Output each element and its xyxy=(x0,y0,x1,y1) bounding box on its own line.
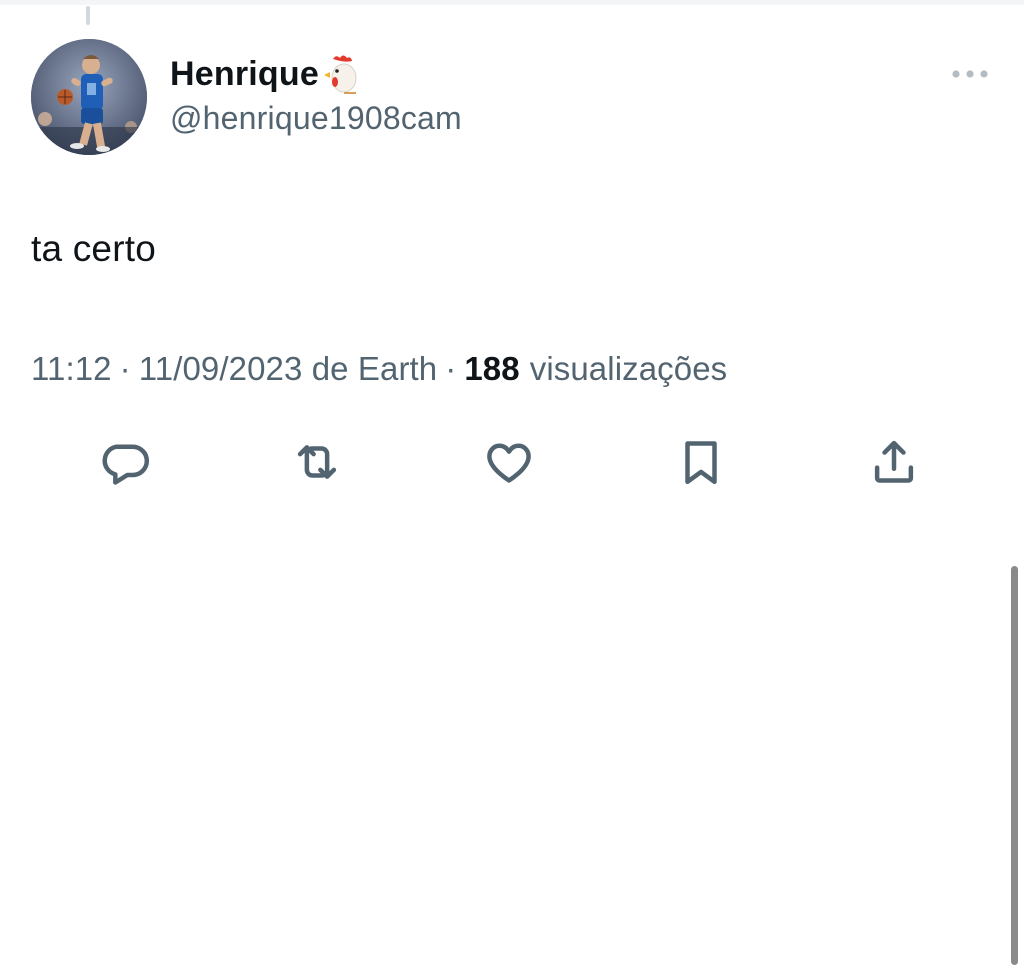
share-button[interactable] xyxy=(866,434,922,490)
scrollbar-thumb[interactable] xyxy=(1011,566,1018,965)
reply-button[interactable] xyxy=(97,434,153,490)
views-count[interactable]: 188 xyxy=(464,350,519,387)
meta-separator: · xyxy=(119,350,131,387)
top-divider xyxy=(0,0,1024,5)
bookmark-icon xyxy=(685,441,717,485)
rooster-emoji-icon xyxy=(320,52,364,96)
tweet-time[interactable]: 11:12 xyxy=(31,350,112,387)
meta-separator: · xyxy=(445,350,457,387)
share-icon xyxy=(874,440,914,483)
retweet-button[interactable] xyxy=(289,434,345,490)
like-button[interactable] xyxy=(481,434,537,490)
more-horizontal-icon xyxy=(952,70,988,78)
tweet-text: ta certo xyxy=(31,228,156,269)
avatar[interactable] xyxy=(31,39,147,155)
retweet-icon xyxy=(297,445,337,479)
bookmark-button[interactable] xyxy=(673,434,729,490)
tweet-date-source[interactable]: 11/09/2023 de Earth xyxy=(139,350,438,387)
author-name-row[interactable]: Henrique xyxy=(170,50,364,98)
author-handle[interactable]: @henrique1908cam xyxy=(170,100,462,137)
like-icon xyxy=(487,443,531,483)
scrollbar[interactable] xyxy=(1008,560,1022,965)
more-options-button[interactable] xyxy=(942,60,998,88)
thread-connector-line xyxy=(86,6,90,25)
views-label[interactable]: visualizações xyxy=(530,350,728,387)
reply-icon xyxy=(102,444,149,485)
tweet-meta: 11:12 · 11/09/2023 de Earth · 188 visualizaçõ… xyxy=(31,350,727,388)
display-name[interactable]: Henrique xyxy=(170,55,319,94)
